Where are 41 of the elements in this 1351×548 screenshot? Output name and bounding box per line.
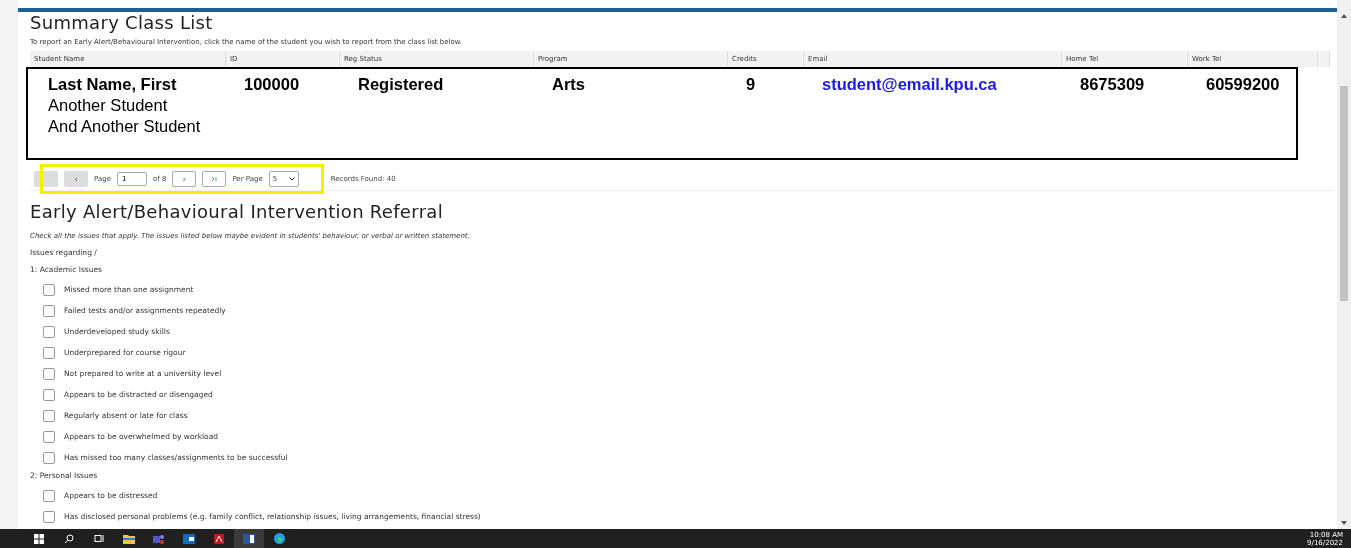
table-cell-text: Arts: [552, 74, 586, 95]
table-cell-text: 100000: [244, 74, 301, 95]
next-page-button[interactable]: ›: [172, 171, 197, 187]
last-page-button[interactable]: [202, 171, 227, 187]
windows-icon: [34, 533, 44, 544]
checkbox[interactable]: [43, 304, 55, 317]
page-title: Summary Class List: [30, 13, 214, 33]
student-name-link[interactable]: And Another Student: [48, 116, 244, 137]
task-view-icon: [94, 534, 104, 543]
folder-icon: [123, 533, 135, 544]
checkbox[interactable]: [43, 409, 55, 422]
checkbox[interactable]: [43, 367, 55, 380]
browser-icon: [273, 533, 285, 544]
last-page-icon: [211, 176, 218, 182]
table-cell-text: Registered: [358, 74, 445, 95]
checkbox[interactable]: [43, 430, 55, 443]
student-name-link[interactable]: Last Name, First: [48, 74, 244, 95]
scroll-up-icon[interactable]: [1341, 14, 1347, 18]
taskbar-app[interactable]: [234, 529, 264, 548]
checkbox[interactable]: [43, 489, 55, 502]
table-cell-text: 9: [746, 74, 757, 95]
checkbox[interactable]: [43, 346, 55, 359]
email-link[interactable]: student@email.kpu.ca: [822, 74, 1080, 95]
mail-icon: [183, 533, 195, 544]
student-name-link[interactable]: Another Student: [48, 95, 244, 116]
checkbox[interactable]: [43, 283, 55, 296]
table-cell-text: 8675309: [1080, 74, 1146, 95]
people-icon: [153, 533, 165, 544]
scrollbar-thumb[interactable]: [1340, 86, 1348, 301]
checkbox[interactable]: [43, 510, 55, 523]
table-cell-text: 60599200: [1206, 74, 1281, 95]
scrollbar[interactable]: [1337, 0, 1351, 529]
scroll-down-icon[interactable]: [1341, 521, 1347, 525]
document-icon: [214, 533, 224, 544]
document-icon: [243, 533, 255, 544]
section-title: Early Alert/Behavioural Intervention Referral: [30, 201, 444, 223]
checkbox[interactable]: [43, 325, 55, 338]
checkbox[interactable]: [43, 388, 55, 401]
checkbox[interactable]: [43, 451, 55, 464]
search-icon: [64, 533, 74, 544]
caret-icon: [288, 177, 295, 181]
